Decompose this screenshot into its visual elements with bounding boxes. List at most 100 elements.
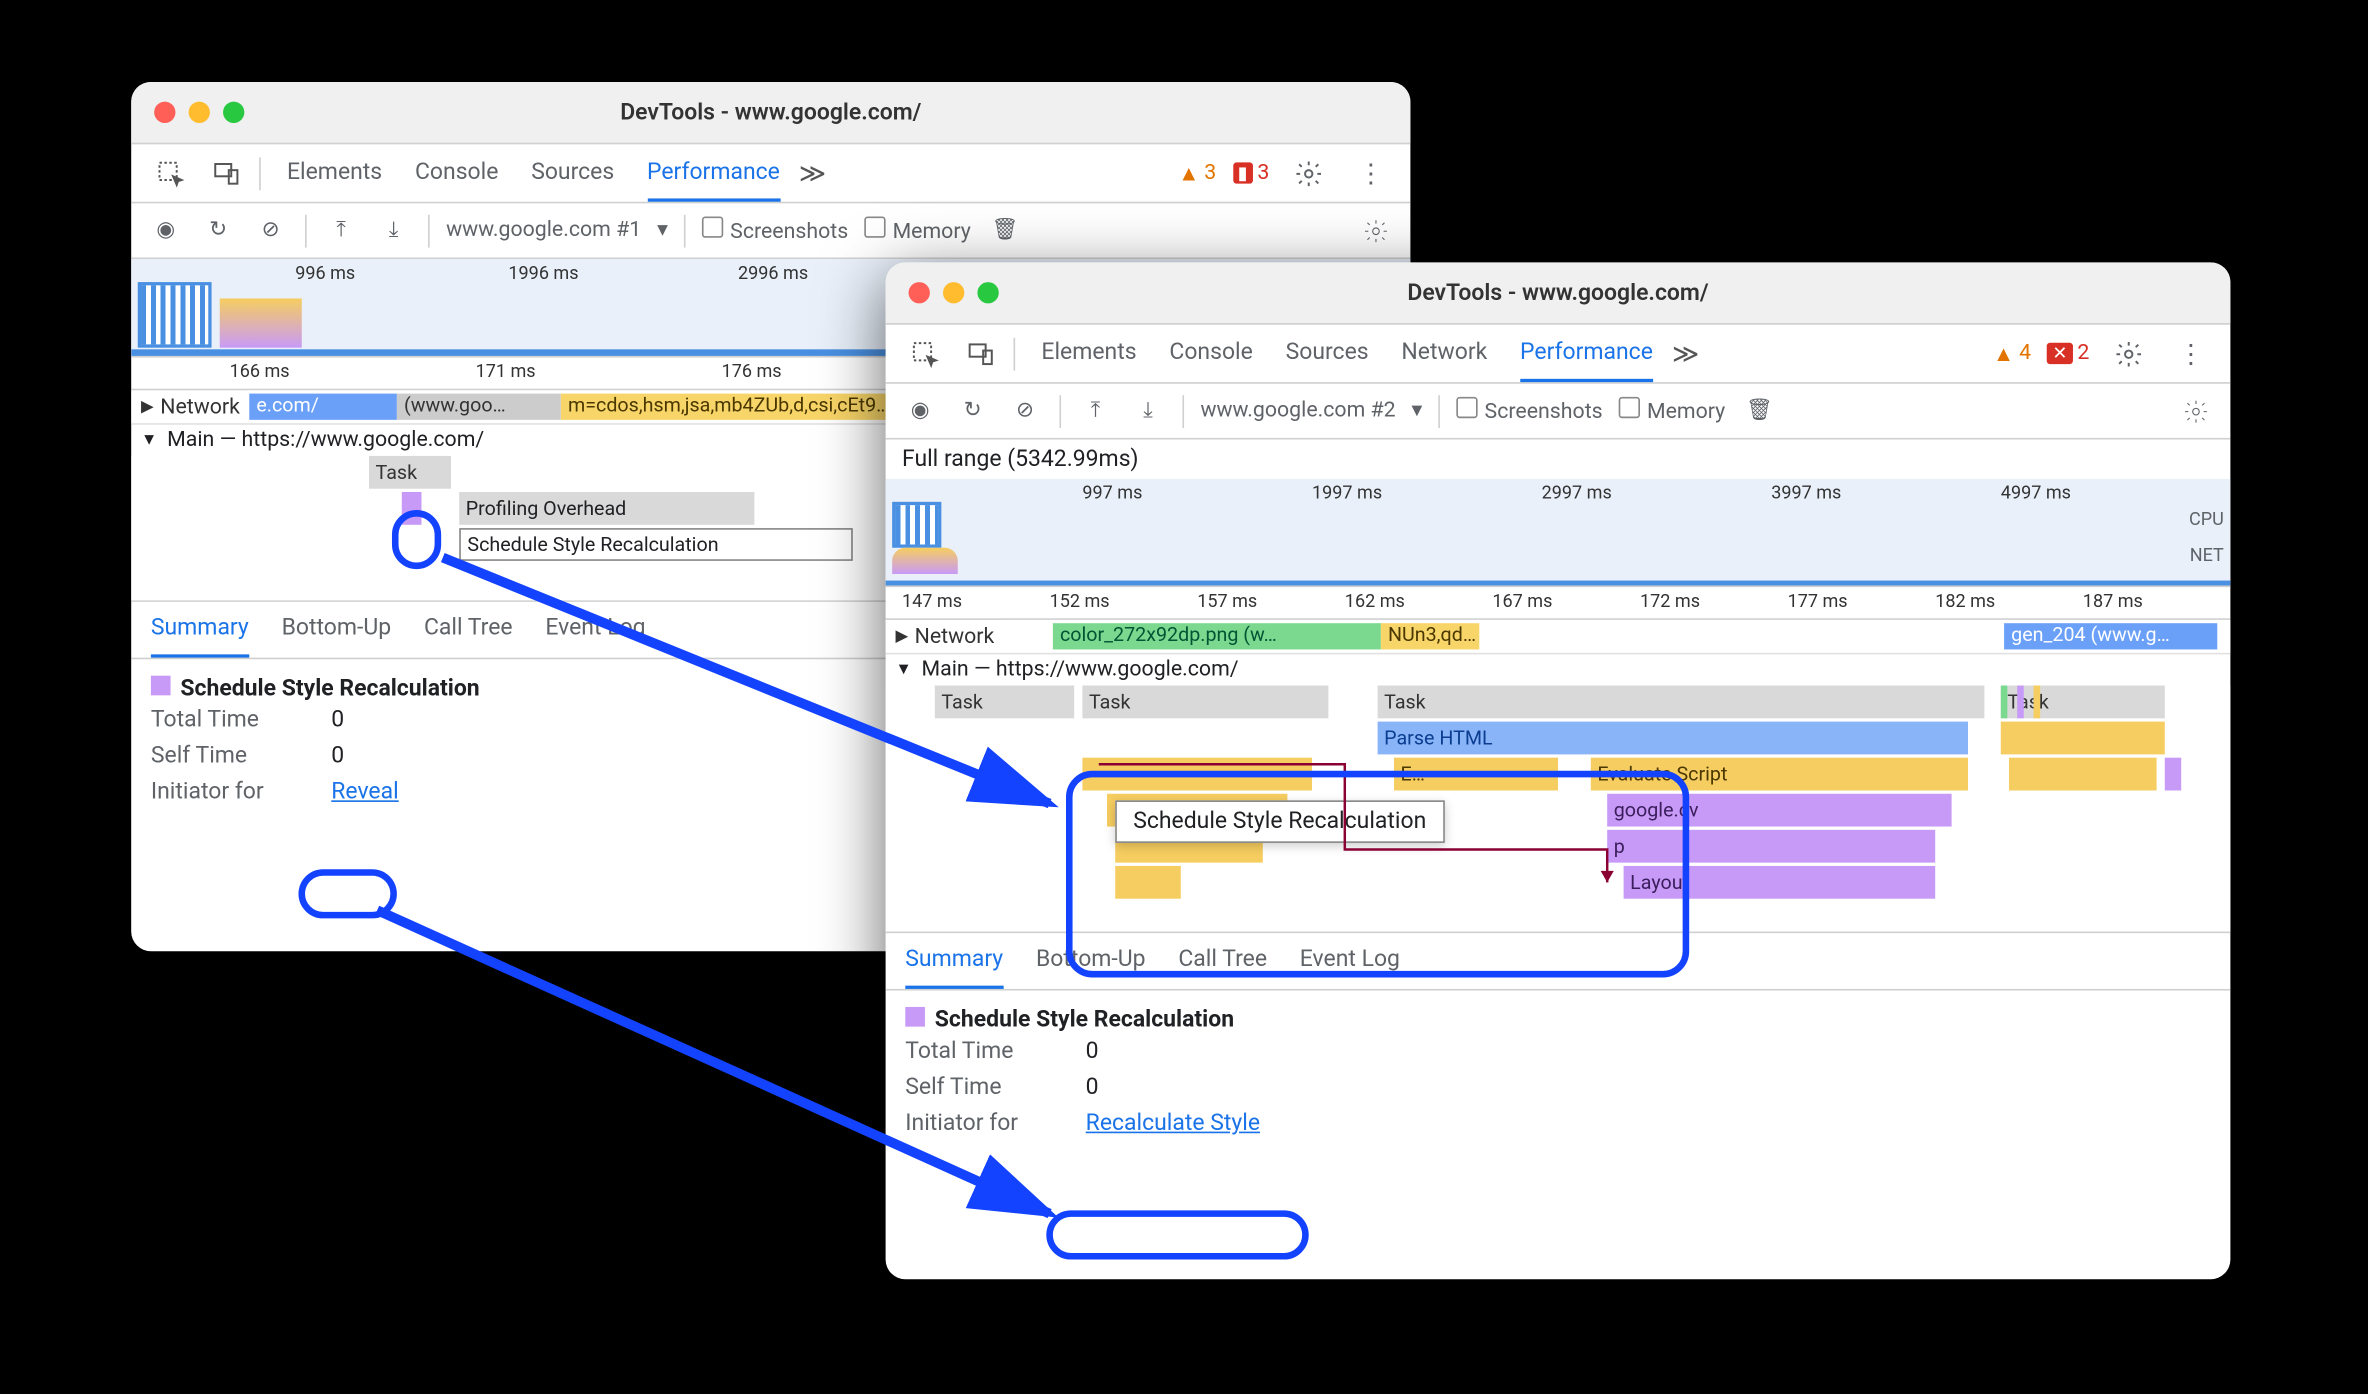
warnings-badge[interactable]: ▲ 4 — [1993, 340, 2031, 366]
summary-title: Schedule Style Recalculation — [935, 1007, 1234, 1033]
row-value: 0 — [331, 743, 344, 769]
warnings-badge[interactable]: ▲ 3 — [1178, 160, 1216, 186]
screenshots-checkbox[interactable]: Screenshots — [702, 216, 848, 244]
minimize-icon[interactable] — [189, 102, 210, 123]
flame-bar-script[interactable]: Evaluate Script — [1591, 758, 1968, 791]
tab-sources[interactable]: Sources — [531, 145, 614, 201]
ftab-bottomup[interactable]: Bottom-Up — [1036, 933, 1146, 989]
flame-bar-render[interactable] — [402, 492, 422, 525]
close-icon[interactable] — [154, 102, 175, 123]
download-icon[interactable]: ⤓ — [1130, 393, 1166, 429]
download-icon[interactable]: ⤓ — [376, 212, 412, 248]
main-track: ▼Main — https://www.google.com/ Task Tas… — [886, 654, 2231, 931]
perf-toolbar: ◉ ↻ ⊘ ⤒ ⤓ www.google.com #1 ▾ Screenshot… — [131, 203, 1410, 259]
row-label: Total Time — [905, 1038, 1053, 1064]
titlebar[interactable]: DevTools - www.google.com/ — [886, 262, 2231, 324]
perf-gear-icon[interactable] — [2178, 393, 2214, 429]
recording-select[interactable]: www.google.com #2 ▾ — [1200, 399, 1422, 424]
reload-icon[interactable]: ↻ — [954, 393, 990, 429]
tab-network[interactable]: Network — [1401, 326, 1487, 382]
screenshots-checkbox[interactable]: Screenshots — [1457, 397, 1603, 425]
upload-icon[interactable]: ⤒ — [323, 212, 359, 248]
tab-elements[interactable]: Elements — [1041, 326, 1136, 382]
overview-timeline[interactable]: 997 ms 1997 ms 2997 ms 3997 ms 4997 ms C… — [886, 479, 2231, 587]
inspect-icon[interactable] — [902, 330, 948, 376]
ftab-bottomup[interactable]: Bottom-Up — [282, 602, 392, 658]
close-icon[interactable] — [909, 282, 930, 303]
zoom-icon[interactable] — [977, 282, 998, 303]
errors-badge[interactable]: ▮ 3 — [1233, 161, 1270, 186]
flame-bar-layout[interactable]: Layout — [1624, 866, 1936, 899]
network-bar[interactable]: NUn3,qd… — [1381, 623, 1479, 649]
tab-console[interactable]: Console — [1169, 326, 1252, 382]
ftab-calltree[interactable]: Call Tree — [1178, 933, 1267, 989]
record-icon[interactable]: ◉ — [902, 393, 938, 429]
flame-bar-render[interactable]: google.cv — [1607, 794, 1951, 827]
initiator-label: Initiator for — [151, 779, 299, 805]
perf-gear-icon[interactable] — [1358, 212, 1394, 248]
flame-bar-render[interactable]: p — [1607, 830, 1935, 863]
record-icon[interactable]: ◉ — [148, 212, 184, 248]
network-bar[interactable]: color_272x92dp.png (w… — [1053, 623, 1381, 649]
device-icon[interactable] — [958, 330, 1004, 376]
upload-icon[interactable]: ⤒ — [1077, 393, 1113, 429]
clear-icon[interactable]: ⊘ — [1007, 393, 1043, 429]
summary-panel: Schedule Style Recalculation Total Time 0… — [886, 991, 2231, 1158]
flame-bar-overhead[interactable]: Profiling Overhead — [459, 492, 754, 525]
flame-bar-schedule[interactable]: Schedule Style Recalculation — [459, 528, 853, 561]
time-ruler[interactable]: 147 ms 152 ms 157 ms 162 ms 167 ms 172 m… — [886, 587, 2231, 620]
gear-icon[interactable] — [1286, 150, 1332, 196]
network-bar[interactable]: gen_204 (www.g… — [2005, 623, 2218, 649]
ftab-summary[interactable]: Summary — [905, 933, 1003, 989]
errors-badge[interactable]: ✕ 2 — [2047, 341, 2089, 366]
zoom-icon[interactable] — [223, 102, 244, 123]
kebab-icon[interactable]: ⋮ — [1348, 150, 1394, 196]
gc-icon[interactable]: 🗑 — [987, 212, 1023, 248]
flame-bar-script[interactable]: E… — [1394, 758, 1558, 791]
initiator-label: Initiator for — [905, 1110, 1053, 1136]
ftab-eventlog[interactable]: Event Log — [545, 602, 645, 658]
more-tabs-icon[interactable]: ≫ — [790, 150, 836, 196]
reload-icon[interactable]: ↻ — [200, 212, 236, 248]
gear-icon[interactable] — [2106, 330, 2152, 376]
network-track[interactable]: ▶Network color_272x92dp.png (w… NUn3,qd…… — [886, 620, 2231, 654]
flame-bar-parse[interactable]: Parse HTML — [1378, 722, 1968, 755]
ftab-calltree[interactable]: Call Tree — [424, 602, 513, 658]
row-value: 0 — [1086, 1074, 1099, 1100]
flame-bar-script[interactable] — [1082, 758, 1312, 791]
flame-bar-task[interactable]: Task — [2001, 686, 2165, 719]
flame-bar-task[interactable]: Task — [369, 456, 451, 489]
clear-icon[interactable]: ⊘ — [253, 212, 289, 248]
window-title: DevTools - www.google.com/ — [620, 99, 921, 125]
tab-sources[interactable]: Sources — [1286, 326, 1369, 382]
ftab-eventlog[interactable]: Event Log — [1300, 933, 1400, 989]
flame-bar-task[interactable]: Task — [1082, 686, 1328, 719]
gc-icon[interactable]: 🗑 — [1742, 393, 1778, 429]
flame-bar-task[interactable]: Task — [1378, 686, 1985, 719]
titlebar[interactable]: DevTools - www.google.com/ — [131, 82, 1410, 144]
category-swatch — [905, 1007, 925, 1027]
recording-select[interactable]: www.google.com #1 ▾ — [446, 218, 668, 243]
minimize-icon[interactable] — [943, 282, 964, 303]
tab-console[interactable]: Console — [415, 145, 498, 201]
network-bar[interactable]: e.com/ — [250, 394, 398, 420]
recalculate-link[interactable]: Recalculate Style — [1086, 1110, 1260, 1136]
more-tabs-icon[interactable]: ≫ — [1663, 330, 1709, 376]
memory-checkbox[interactable]: Memory — [865, 216, 971, 244]
flame-bar-task[interactable]: Task — [935, 686, 1074, 719]
row-label: Total Time — [151, 707, 299, 733]
memory-checkbox[interactable]: Memory — [1619, 397, 1725, 425]
tab-performance[interactable]: Performance — [647, 145, 780, 201]
kebab-icon[interactable]: ⋮ — [2168, 330, 2214, 376]
flame-bar-script[interactable] — [1115, 866, 1181, 899]
summary-title: Schedule Style Recalculation — [180, 676, 479, 702]
ftab-summary[interactable]: Summary — [151, 602, 249, 658]
tab-performance[interactable]: Performance — [1520, 326, 1653, 382]
inspect-icon[interactable] — [148, 150, 194, 196]
network-bar[interactable]: (www.goo… — [397, 394, 561, 420]
device-icon[interactable] — [203, 150, 249, 196]
row-value: 0 — [331, 707, 344, 733]
tab-elements[interactable]: Elements — [287, 145, 382, 201]
category-swatch — [151, 676, 171, 696]
reveal-link[interactable]: Reveal — [331, 779, 398, 805]
